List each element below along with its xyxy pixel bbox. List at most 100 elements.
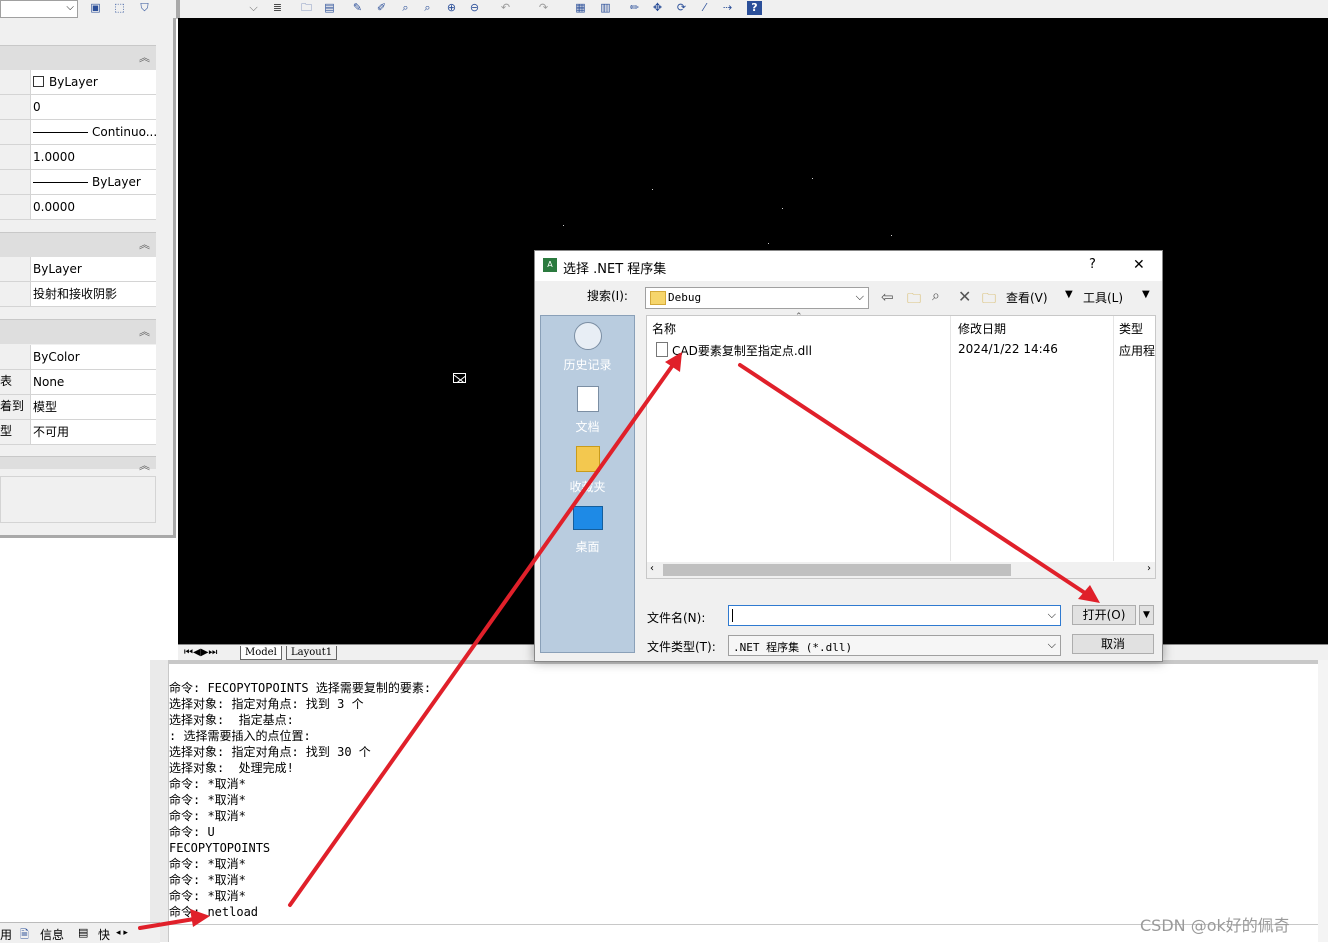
undo-icon[interactable]: ↶: [498, 1, 513, 15]
command-line: 命令: netload: [169, 905, 259, 919]
palette-section-header[interactable]: ︽: [0, 45, 156, 70]
zoom-icon[interactable]: ⌕: [398, 1, 413, 15]
rotate-icon[interactable]: ⟳: [674, 1, 689, 15]
color-swatch-icon: [33, 76, 44, 87]
scroll-left-icon[interactable]: ‹: [650, 563, 654, 574]
text-cursor: [732, 609, 733, 622]
place-favorites[interactable]: 收藏夹: [541, 446, 634, 495]
palette-row[interactable]: ByColor: [0, 345, 156, 370]
palette-section-header[interactable]: ︽: [0, 232, 156, 257]
layer-dropdown[interactable]: ⌵: [0, 0, 78, 18]
file-row[interactable]: CAD要素复制至指定点.dll 2024/1/22 14:46 应用程: [647, 340, 1155, 360]
zoom-window-icon[interactable]: ⌕: [420, 1, 435, 15]
filetype-dropdown[interactable]: .NET 程序集 (*.dll) ⌵: [728, 635, 1061, 656]
file-date: 2024/1/22 14:46: [958, 342, 1058, 356]
palette-row[interactable]: 投射和接收阴影: [0, 282, 156, 307]
up-folder-icon[interactable]: 🗀: [907, 288, 921, 312]
extend-icon[interactable]: ⇢: [720, 1, 735, 15]
place-history[interactable]: 历史记录: [541, 322, 634, 373]
command-scrollbar[interactable]: [1318, 660, 1328, 942]
watermark: CSDN @ok好的佩奇: [1140, 916, 1290, 935]
command-window-grip[interactable]: [150, 660, 169, 942]
column-name[interactable]: 名称: [652, 320, 676, 337]
linetype-sample: [33, 132, 88, 133]
close-button[interactable]: ✕: [1133, 257, 1145, 273]
open-options-button[interactable]: ▼: [1139, 605, 1154, 625]
chevron-down-icon[interactable]: ⌵: [246, 1, 261, 15]
collapse-icon[interactable]: ︽: [139, 323, 150, 339]
tab-scroll-arrows[interactable]: ◂ ▸: [116, 928, 128, 938]
palette-section-header[interactable]: ︽: [0, 319, 156, 344]
help-icon[interactable]: ?: [747, 1, 762, 15]
palette-row[interactable]: Continuo...: [0, 120, 156, 145]
palette-row[interactable]: ByLayer: [0, 170, 156, 195]
place-documents[interactable]: 文档: [541, 386, 634, 435]
palette-row[interactable]: 0.0000: [0, 195, 156, 220]
pick-icon[interactable]: ⬚: [112, 1, 127, 15]
collapse-icon[interactable]: ︽: [139, 457, 150, 473]
table-icon[interactable]: ▥: [598, 1, 613, 15]
cancel-button[interactable]: 取消: [1072, 634, 1154, 654]
delete-icon[interactable]: ✕: [958, 287, 971, 306]
palette-row[interactable]: 0: [0, 95, 156, 120]
command-window[interactable]: 命令: FECOPYTOPOINTS 选择需要复制的要素: 选择对象: 指定对角点…: [150, 660, 1328, 942]
tab-layout1[interactable]: Layout1: [286, 646, 338, 660]
command-line: 选择对象: 处理完成!: [169, 761, 294, 775]
lineweight-icon[interactable]: ≣: [270, 1, 285, 15]
view-dropdown-icon[interactable]: ▼: [1065, 289, 1073, 300]
open-button[interactable]: 打开(O): [1072, 605, 1136, 625]
column-modified[interactable]: 修改日期: [958, 320, 1006, 337]
redo-icon[interactable]: ↷: [536, 1, 551, 15]
tab-quick[interactable]: 快: [98, 926, 110, 943]
tools-dropdown-icon[interactable]: ▼: [1142, 289, 1150, 300]
trim-icon[interactable]: ⁄: [697, 1, 712, 15]
filename-input[interactable]: ⌵: [728, 605, 1061, 626]
tab-info[interactable]: 信息: [40, 926, 64, 943]
horizontal-scrollbar[interactable]: ‹ ›: [647, 562, 1155, 578]
dialog-title-bar[interactable]: A 选择 .NET 程序集 ? ✕: [535, 251, 1162, 281]
palette-row[interactable]: 1.0000: [0, 145, 156, 170]
document-icon: [576, 386, 599, 412]
column-type[interactable]: 类型: [1119, 320, 1143, 337]
help-button[interactable]: ?: [1089, 257, 1096, 272]
file-list[interactable]: 名称 ⌃ 修改日期 类型 CAD要素复制至指定点.dll 2024/1/22 1…: [646, 312, 1156, 579]
palette-row[interactable]: 型不可用: [0, 420, 156, 445]
command-line: 命令: *取消*: [169, 889, 246, 903]
palette-row[interactable]: 着到 模型: [0, 395, 156, 420]
pencil-icon[interactable]: ✎: [350, 1, 365, 15]
chevron-down-icon: ⌵: [855, 290, 864, 303]
draw-icon[interactable]: ✏: [627, 1, 642, 15]
zoom-in-icon[interactable]: ⊕: [444, 1, 459, 15]
eraser-icon[interactable]: ✐: [374, 1, 389, 15]
collapse-icon[interactable]: ︽: [139, 49, 150, 65]
properties-icon[interactable]: ▦: [573, 1, 588, 15]
select-icon[interactable]: ▣: [88, 1, 103, 15]
tab-nav-arrows[interactable]: ⏮◀▶⏭: [180, 646, 221, 659]
zoom-out-icon[interactable]: ⊖: [467, 1, 482, 15]
filename-label: 文件名(N):: [647, 611, 706, 625]
palette-blank-panel: [0, 476, 156, 523]
place-desktop[interactable]: 桌面: [541, 506, 634, 555]
palette-row[interactable]: ByLayer: [0, 70, 156, 95]
palette-row[interactable]: 表 None: [0, 370, 156, 395]
tools-menu[interactable]: 工具(L): [1083, 289, 1123, 306]
filter-icon[interactable]: ⛉: [137, 1, 152, 15]
search-label: 搜索(I):: [587, 289, 628, 303]
new-folder-icon[interactable]: 🗀: [982, 288, 996, 312]
palette-section-header[interactable]: ︽: [0, 456, 156, 472]
search-location-dropdown[interactable]: Debug ⌵: [645, 287, 869, 309]
save-icon[interactable]: ▤: [322, 1, 337, 15]
app-icon: A: [543, 258, 557, 272]
back-icon[interactable]: ⇦: [881, 288, 894, 306]
tab-usage[interactable]: 用: [0, 926, 12, 943]
scroll-right-icon[interactable]: ›: [1147, 563, 1151, 574]
move-icon[interactable]: ✥: [650, 1, 665, 15]
palette-row[interactable]: ByLayer: [0, 257, 156, 282]
view-menu[interactable]: 查看(V): [1006, 289, 1048, 306]
history-icon: [573, 322, 602, 350]
search-web-icon[interactable]: ⌕: [932, 288, 940, 304]
collapse-icon[interactable]: ︽: [139, 236, 150, 252]
tab-model[interactable]: Model: [240, 646, 282, 660]
folder-open-icon[interactable]: 🗀: [299, 1, 314, 15]
scroll-thumb[interactable]: [663, 564, 1011, 576]
